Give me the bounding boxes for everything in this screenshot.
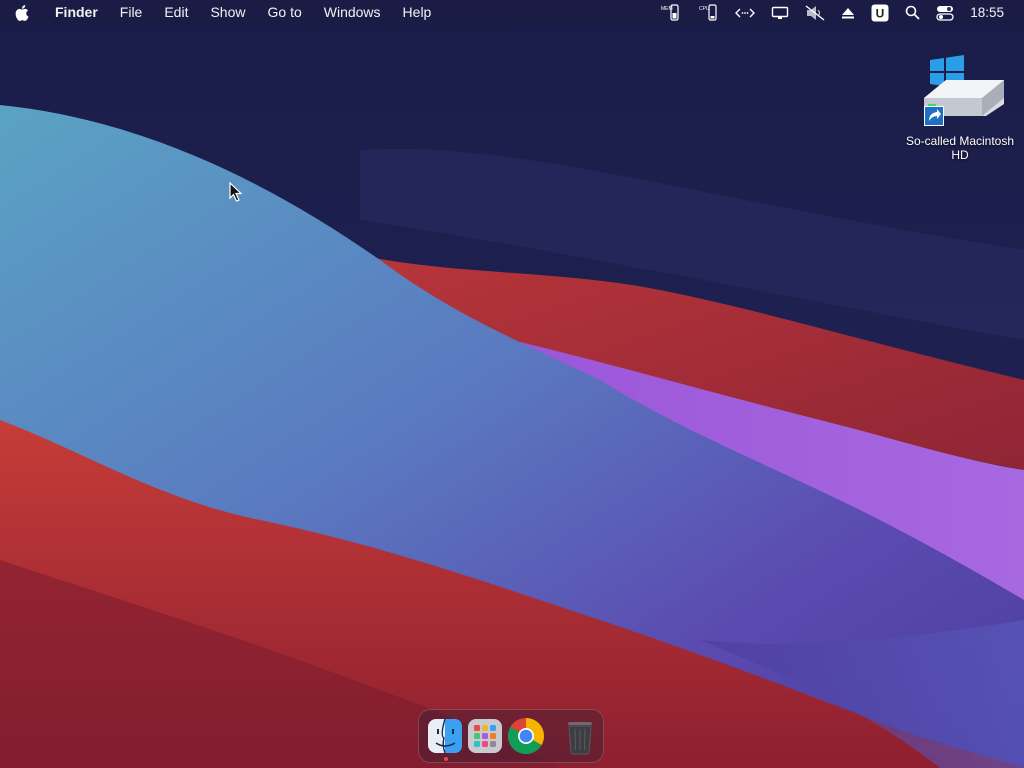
dock-chrome[interactable] xyxy=(507,717,545,755)
hard-drive-shortcut-icon xyxy=(924,55,1004,126)
eject-icon[interactable] xyxy=(841,0,855,25)
dock-finder[interactable] xyxy=(427,717,463,761)
display-icon[interactable] xyxy=(771,0,789,25)
menu-file[interactable]: File xyxy=(109,0,154,25)
menu-edit[interactable]: Edit xyxy=(153,0,199,25)
search-icon[interactable] xyxy=(905,0,920,25)
mute-icon[interactable] xyxy=(805,0,825,25)
launchpad-icon xyxy=(468,719,502,753)
menu-windows[interactable]: Windows xyxy=(313,0,392,25)
running-indicator xyxy=(444,757,448,761)
menu-go-to[interactable]: Go to xyxy=(257,0,313,25)
drive-label: So-called Macintosh HD xyxy=(905,134,1015,162)
network-arrows-icon[interactable] xyxy=(735,0,756,25)
status-area: MEM CPU U 18:55 xyxy=(651,0,1024,25)
desktop-drive-shortcut[interactable]: So-called Macintosh HD xyxy=(900,54,1020,162)
menubar-clock[interactable]: 18:55 xyxy=(970,5,1004,20)
cpu-label: CPU xyxy=(699,6,710,12)
u-app-icon[interactable]: U xyxy=(871,0,889,25)
cpu-monitor-icon[interactable]: CPU xyxy=(697,0,719,25)
memory-monitor-icon[interactable]: MEM xyxy=(659,0,681,25)
menu-show[interactable]: Show xyxy=(199,0,256,25)
dock-launchpad[interactable] xyxy=(467,717,503,755)
apple-menu[interactable] xyxy=(0,0,44,25)
chrome-icon xyxy=(507,718,545,755)
desktop-wallpaper xyxy=(0,0,1024,768)
control-center-icon[interactable] xyxy=(936,0,954,25)
apple-logo-icon xyxy=(15,4,29,21)
dock-trash[interactable] xyxy=(563,717,597,755)
mouse-cursor-icon xyxy=(229,182,243,202)
menu-help[interactable]: Help xyxy=(392,0,443,25)
menu-bar: Finder File Edit Show Go to Windows Help… xyxy=(0,0,1024,25)
dock xyxy=(418,709,604,763)
app-menu-finder[interactable]: Finder xyxy=(44,0,109,25)
trash-icon xyxy=(568,722,592,755)
finder-icon xyxy=(428,718,462,754)
u-app-label: U xyxy=(876,6,885,20)
